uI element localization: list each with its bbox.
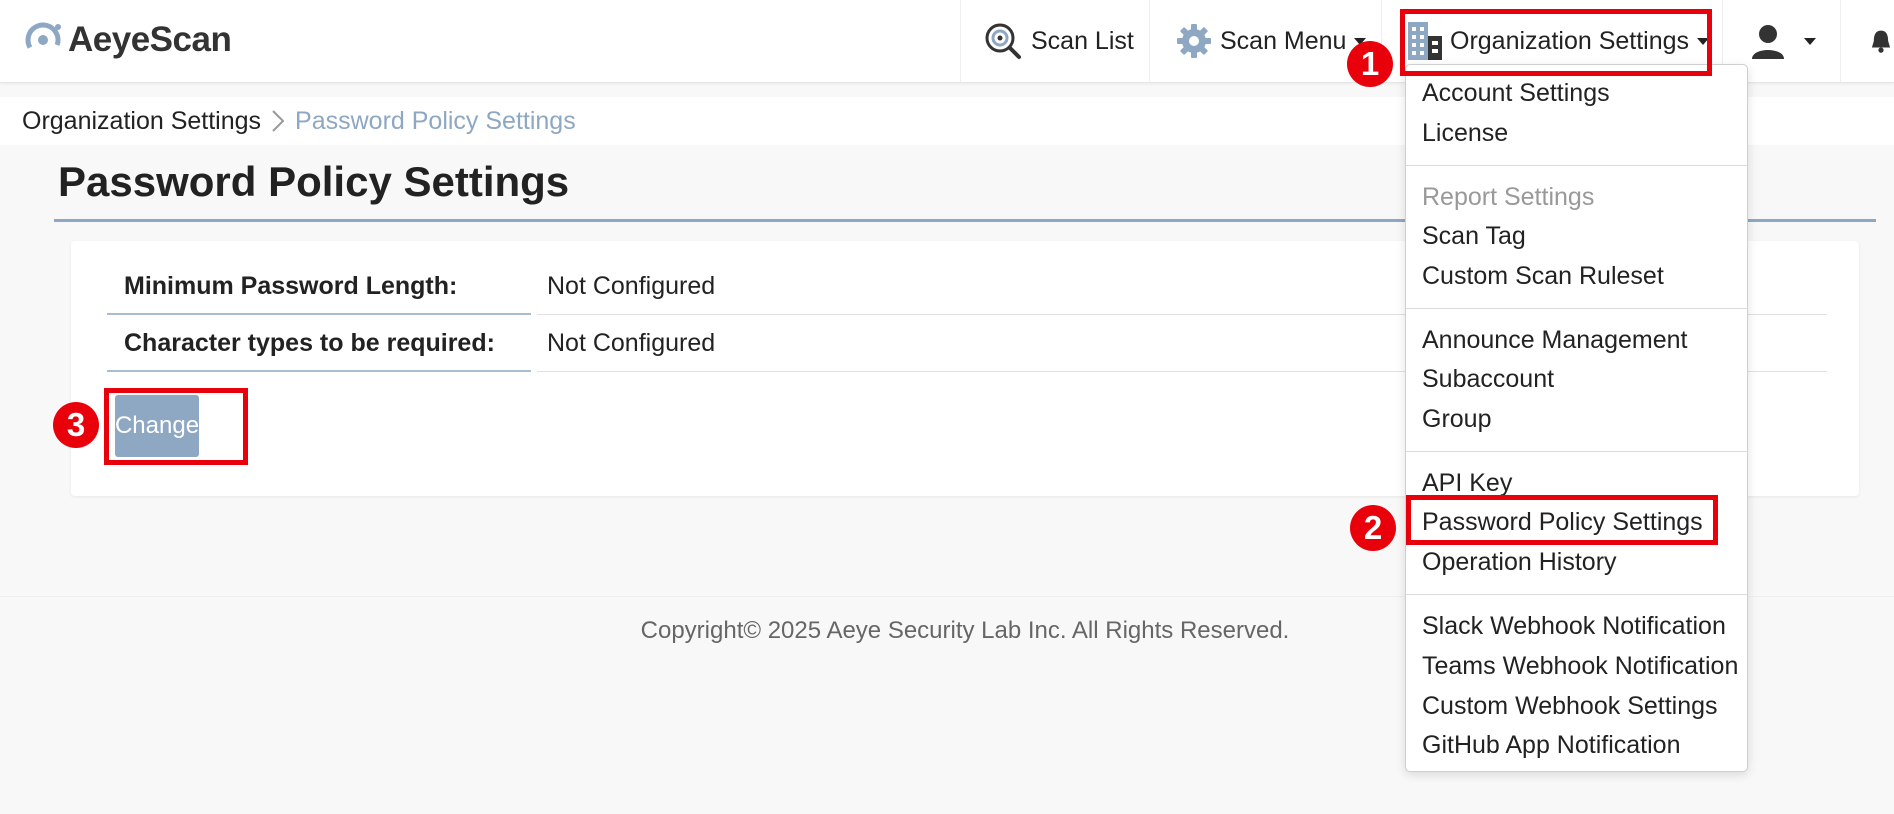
logo-mark-icon: [25, 22, 61, 58]
page: AeyeScan Scan List Scan Menu Organizatio…: [0, 0, 1894, 814]
menu-item-custom-webhook[interactable]: Custom Webhook Settings: [1422, 692, 1718, 721]
breadcrumb-current: Password Policy Settings: [295, 106, 576, 135]
chevron-down-icon: [1804, 37, 1816, 45]
menu-divider: [1406, 165, 1747, 166]
user-icon: [1752, 25, 1784, 59]
menu-item-license[interactable]: License: [1422, 119, 1508, 148]
menu-item-operation-history[interactable]: Operation History: [1422, 548, 1617, 577]
nav-scan-list-label: Scan List: [1031, 26, 1134, 55]
menu-header-report-settings: Report Settings: [1422, 183, 1595, 211]
logo-text: AeyeScan: [68, 20, 232, 59]
nav-divider: [1149, 0, 1150, 82]
menu-item-group[interactable]: Group: [1422, 405, 1491, 434]
organization-settings-dropdown: Account Settings License Report Settings…: [1405, 64, 1748, 772]
step-badge-3: 3: [53, 402, 99, 448]
char-types-label: Character types to be required:: [107, 316, 531, 372]
chevron-right-icon: [271, 109, 285, 133]
scan-list-icon: [985, 23, 1021, 59]
highlight-box-step1: [1400, 9, 1712, 76]
highlight-box-step3: [104, 388, 248, 465]
step-badge-1: 1: [1347, 41, 1393, 87]
min-length-label: Minimum Password Length:: [107, 259, 531, 315]
menu-divider: [1406, 308, 1747, 309]
gear-icon: [1177, 24, 1211, 58]
highlight-box-step2: [1406, 495, 1718, 545]
nav-scan-menu[interactable]: Scan Menu: [1174, 0, 1367, 82]
nav-divider: [1840, 0, 1841, 82]
bell-icon: [1871, 30, 1891, 53]
menu-divider: [1406, 594, 1747, 595]
step-badge-2: 2: [1350, 505, 1396, 551]
page-title: Password Policy Settings: [58, 158, 570, 205]
menu-item-github-app[interactable]: GitHub App Notification: [1422, 731, 1680, 760]
menu-item-account-settings[interactable]: Account Settings: [1422, 79, 1610, 108]
nav-scan-list[interactable]: Scan List: [984, 0, 1134, 82]
breadcrumb-link-organization-settings[interactable]: Organization Settings: [22, 107, 261, 136]
menu-item-subaccount[interactable]: Subaccount: [1422, 365, 1554, 394]
nav-notifications[interactable]: [1868, 0, 1894, 82]
app-logo[interactable]: AeyeScan: [22, 14, 232, 66]
menu-item-announce-management[interactable]: Announce Management: [1422, 326, 1687, 355]
menu-divider: [1406, 451, 1747, 452]
menu-item-slack-webhook[interactable]: Slack Webhook Notification: [1422, 612, 1726, 641]
menu-item-teams-webhook[interactable]: Teams Webhook Notification: [1422, 652, 1738, 681]
menu-item-custom-scan-ruleset[interactable]: Custom Scan Ruleset: [1422, 262, 1664, 291]
nav-user-menu[interactable]: [1748, 0, 1816, 82]
nav-scan-menu-label: Scan Menu: [1220, 26, 1347, 55]
nav-divider: [960, 0, 961, 82]
menu-item-scan-tag[interactable]: Scan Tag: [1422, 222, 1526, 251]
menu-item-api-key[interactable]: API Key: [1422, 469, 1512, 498]
